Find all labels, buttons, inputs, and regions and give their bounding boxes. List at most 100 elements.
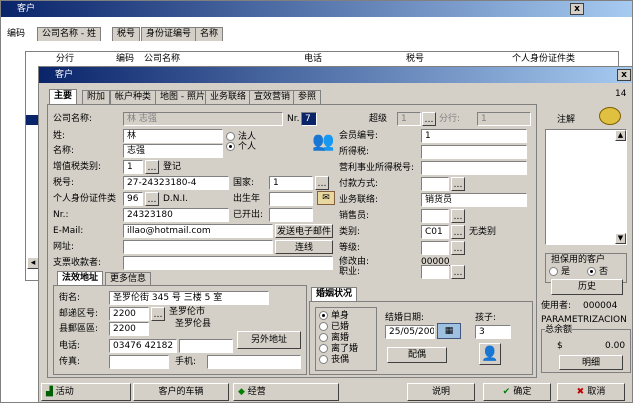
back-search-tab-company[interactable]: 公司名称 - 姓 — [37, 27, 101, 41]
tab-legal-address[interactable]: 法效地址 — [57, 271, 104, 286]
cancel-button[interactable]: ✖ 取消 — [557, 383, 625, 401]
branch-field-2[interactable]: 1 — [477, 112, 531, 126]
tab-map-photo[interactable]: 地图 - 照片 — [155, 90, 210, 104]
nr2-field[interactable]: 24323180 — [123, 208, 229, 222]
tax-number-field[interactable]: 27-24323180-4 — [123, 176, 229, 190]
connect-button[interactable]: 连线 — [275, 240, 333, 254]
guarantee-yes[interactable]: 是 — [549, 265, 570, 279]
tab-business[interactable]: 业务联络 — [205, 90, 252, 104]
tab-extra[interactable]: 附加 — [82, 90, 111, 104]
nonprofit-field[interactable] — [421, 161, 527, 175]
grade-lookup-button[interactable]: … — [451, 241, 465, 255]
back-search-tab-id[interactable]: 身份证编号 — [141, 27, 197, 41]
cheque-field[interactable] — [123, 256, 333, 270]
email-envelope-icon[interactable]: ✉ — [317, 191, 335, 205]
nr-field[interactable]: 7 — [301, 112, 317, 126]
id-type-lookup-button[interactable]: … — [145, 192, 159, 206]
help-button[interactable]: 说明 — [407, 383, 475, 401]
zip-lookup-button[interactable]: … — [151, 307, 165, 321]
back-close-button[interactable]: x — [570, 3, 584, 15]
surname-field[interactable]: 林 — [123, 129, 223, 143]
mobile-field[interactable] — [207, 355, 301, 369]
calendar-icon[interactable]: ▦ — [437, 323, 461, 339]
tab-reference[interactable]: 参照 — [293, 90, 322, 104]
zip-field[interactable]: 2200 — [109, 307, 149, 321]
back-col-branch: 分行 — [56, 54, 75, 64]
salesperson-lookup-button[interactable]: … — [451, 209, 465, 223]
tab-marital[interactable]: 婚姻状况 — [311, 287, 358, 302]
phone-field[interactable]: 03476 42182 — [109, 339, 177, 353]
detail-button[interactable]: 明细 — [559, 355, 623, 370]
individual-label: 个人 — [238, 142, 257, 152]
branch-lookup-button[interactable]: … — [422, 112, 436, 126]
vat-type-label: 增值税类别: — [53, 162, 102, 172]
customer-close-button[interactable]: x — [617, 69, 631, 81]
back-window-titlebar: 客户 — [1, 1, 632, 17]
confirm-button[interactable]: ✔ 确定 — [483, 383, 551, 401]
country-field[interactable]: 1 — [269, 176, 313, 190]
issued-field[interactable] — [269, 208, 313, 222]
income-tax-field[interactable] — [421, 145, 527, 159]
back-search-tab-name[interactable]: 名称 — [195, 27, 224, 41]
category-field[interactable]: C01 — [421, 225, 449, 239]
phone-field-2[interactable] — [179, 339, 233, 353]
wedding-date-label: 结婚日期: — [385, 313, 425, 323]
marital-widowed[interactable]: 丧偶 — [319, 353, 349, 367]
vat-type-lookup-button[interactable]: … — [145, 160, 159, 174]
activity-button[interactable]: ▟ 活动 — [41, 383, 131, 401]
wedding-date-field[interactable]: 25/05/200 — [385, 325, 435, 339]
job-lookup-button[interactable]: … — [451, 265, 465, 279]
street-label: 街名: — [59, 293, 81, 303]
check-icon: ✔ — [502, 387, 514, 397]
operation-button[interactable]: ◆ 经营 — [233, 383, 339, 401]
customer-window-titlebar: 客户 — [39, 67, 632, 83]
guarantee-no[interactable]: 否 — [587, 265, 608, 279]
street-field[interactable]: 圣罗伦街 345 号 三楼 5 室 — [109, 291, 269, 305]
tab-main[interactable]: 主要 — [49, 89, 78, 104]
vehicles-button[interactable]: 客户的车辆 — [133, 383, 229, 401]
x-icon: ✖ — [576, 387, 588, 397]
record-counter: 14 — [615, 89, 627, 99]
id-type-field[interactable]: 96 — [123, 192, 143, 206]
web-field[interactable] — [123, 240, 273, 254]
name-field[interactable]: 志强 — [123, 144, 223, 158]
branch-field[interactable]: 1 — [397, 112, 421, 126]
tab-marketing[interactable]: 宣效营销 — [249, 90, 296, 104]
grade-field[interactable] — [421, 241, 449, 255]
note-scroll-down[interactable]: ▼ — [615, 233, 626, 244]
birth-field[interactable] — [269, 192, 313, 206]
category-label: 类别: — [339, 227, 361, 237]
spouse-person-icon[interactable]: 👤 — [479, 343, 501, 365]
children-field[interactable]: 3 — [475, 325, 511, 339]
children-label: 孩子: — [475, 313, 497, 323]
member-field[interactable]: 1 — [421, 129, 527, 143]
surname-label: 姓: — [53, 131, 66, 141]
payment-field[interactable] — [421, 177, 449, 191]
category-lookup-button[interactable]: … — [451, 225, 465, 239]
spouse-button[interactable]: 配偶 — [387, 347, 447, 363]
note-scroll-up[interactable]: ▲ — [615, 130, 626, 141]
operation-label: 经营 — [247, 387, 266, 397]
note-icon[interactable] — [599, 107, 621, 125]
history-button[interactable]: 历史 — [551, 279, 623, 295]
fax-field[interactable] — [109, 355, 169, 369]
note-textarea[interactable] — [545, 129, 627, 245]
payment-lookup-button[interactable]: … — [451, 177, 465, 191]
country-lookup-button[interactable]: … — [315, 176, 329, 190]
salesperson-field[interactable] — [421, 209, 449, 223]
tab-account-type[interactable]: 帐户种类 — [110, 90, 157, 104]
people-icon[interactable]: 👥 — [312, 129, 334, 155]
email-field[interactable]: illao@hotmail.com — [123, 224, 273, 238]
back-search-tab-tax[interactable]: 税号 — [112, 27, 141, 41]
confirm-label: 确定 — [513, 387, 532, 397]
job-field[interactable] — [421, 265, 449, 279]
company-name-field[interactable]: 林 志强 — [123, 112, 283, 126]
tab-more-info[interactable]: 更多信息 — [105, 272, 152, 286]
individual-radio[interactable]: 个人 — [226, 140, 256, 154]
area-field[interactable]: 2200 — [109, 322, 149, 336]
send-email-button[interactable]: 发送电子邮件 — [275, 224, 333, 238]
business-contact-field[interactable]: 销货员 — [421, 193, 527, 207]
other-address-button[interactable]: 另外地址 — [237, 331, 301, 349]
vat-type-field[interactable]: 1 — [123, 160, 143, 174]
nonprofit-label: 营利事业所得税号: — [339, 163, 415, 173]
